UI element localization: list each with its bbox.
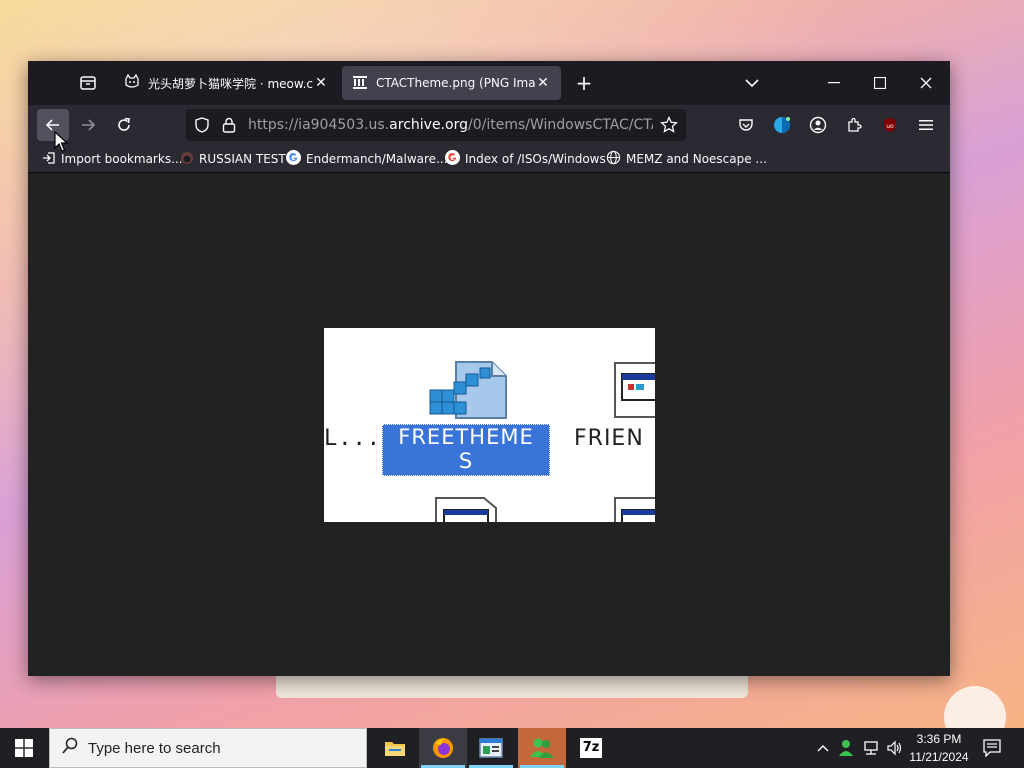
chevron-down-icon[interactable] bbox=[740, 71, 764, 95]
url-text[interactable]: https://ia904503.us.archive.org/0/items/… bbox=[248, 109, 653, 141]
svg-text:uo: uo bbox=[886, 123, 894, 130]
menu-icon[interactable] bbox=[910, 109, 942, 141]
mouse-cursor-icon bbox=[54, 131, 68, 152]
tab-bar: 光头胡萝卜猫咪学院 · meow.ca ✕ CTACTheme.png (PNG… bbox=[28, 61, 950, 105]
shield-icon[interactable] bbox=[194, 117, 210, 137]
window-file-icon bbox=[435, 497, 497, 522]
ublock-origin-icon[interactable]: uo bbox=[874, 109, 906, 141]
people-app-icon[interactable] bbox=[518, 728, 566, 768]
minimize-icon[interactable] bbox=[814, 71, 854, 95]
network-icon[interactable] bbox=[862, 738, 880, 758]
firefox-view-icon[interactable] bbox=[76, 71, 100, 95]
tab-close-icon[interactable]: ✕ bbox=[313, 75, 329, 91]
cat-favicon-icon bbox=[124, 73, 140, 93]
forward-button[interactable] bbox=[72, 109, 104, 141]
page-content: L.... FREETHEME S FRIEN bbox=[28, 174, 950, 676]
window-file-icon bbox=[614, 497, 655, 522]
tab-meow[interactable]: 光头胡萝卜猫咪学院 · meow.ca ✕ bbox=[114, 66, 339, 100]
tab-title: CTACTheme.png (PNG Image, bbox=[376, 76, 535, 90]
bookmark-memz[interactable]: MEMZ and Noescape ... bbox=[606, 149, 767, 169]
user-tray-icon[interactable] bbox=[838, 738, 856, 758]
archive-favicon-icon bbox=[352, 74, 368, 93]
bookmark-endermanch[interactable]: Endermanch/Malware... bbox=[286, 149, 448, 169]
taskbar-search-box[interactable]: Type here to search bbox=[49, 728, 367, 768]
start-button[interactable] bbox=[0, 728, 48, 768]
notification-center-icon[interactable] bbox=[982, 738, 1002, 758]
file-explorer-icon[interactable] bbox=[371, 728, 419, 768]
firefox-taskbar-icon[interactable] bbox=[419, 728, 467, 768]
reload-button[interactable] bbox=[108, 109, 140, 141]
new-tab-icon[interactable]: + bbox=[572, 71, 596, 95]
globe-icon bbox=[606, 150, 621, 168]
tab-title: 光头胡萝卜猫咪学院 · meow.ca bbox=[148, 76, 313, 91]
icon-label-selected: FREETHEME S bbox=[382, 424, 550, 476]
window-file-icon bbox=[614, 362, 655, 418]
lock-icon[interactable] bbox=[222, 117, 236, 137]
vpn-extension-icon[interactable] bbox=[766, 109, 798, 141]
chevron-up-icon[interactable] bbox=[815, 738, 831, 758]
bookmarks-toolbar: Import bookmarks... RUSSIAN TEST Enderma… bbox=[28, 145, 950, 173]
ctactheme-image: L.... FREETHEME S FRIEN bbox=[324, 328, 655, 522]
pocket-icon[interactable] bbox=[730, 109, 762, 141]
google-icon bbox=[286, 150, 301, 168]
close-window-icon[interactable] bbox=[906, 71, 946, 95]
maximize-icon[interactable] bbox=[860, 71, 900, 95]
site-icon bbox=[180, 151, 194, 168]
navigation-toolbar: https://ia904503.us.archive.org/0/items/… bbox=[28, 105, 950, 145]
extensions-icon[interactable] bbox=[838, 109, 870, 141]
registry-file-icon bbox=[429, 361, 507, 419]
firefox-window: 光头胡萝卜猫咪学院 · meow.ca ✕ CTACTheme.png (PNG… bbox=[28, 61, 950, 676]
tab-close-icon[interactable]: ✕ bbox=[535, 75, 551, 91]
account-icon[interactable] bbox=[802, 109, 834, 141]
google-icon bbox=[445, 150, 460, 168]
tab-ctactheme[interactable]: CTACTheme.png (PNG Image, ✕ bbox=[342, 66, 561, 100]
search-icon bbox=[62, 737, 78, 759]
url-bar[interactable]: https://ia904503.us.archive.org/0/items/… bbox=[186, 109, 686, 141]
import-icon bbox=[42, 151, 56, 168]
bookmark-star-icon[interactable] bbox=[660, 115, 678, 138]
taskbar: Type here to search 7z 3:36 PM 11/21/202… bbox=[0, 728, 1024, 768]
notepad-window-icon[interactable] bbox=[467, 728, 515, 768]
7zip-icon[interactable]: 7z bbox=[567, 728, 615, 768]
bookmark-index-isos[interactable]: Index of /ISOs/Windows bbox=[445, 149, 606, 169]
search-placeholder: Type here to search bbox=[88, 739, 221, 757]
windows-logo-icon bbox=[15, 739, 33, 757]
bookmark-russian-test[interactable]: RUSSIAN TEST bbox=[180, 149, 286, 169]
icon-label-right: FRIEN bbox=[574, 426, 644, 451]
volume-icon[interactable] bbox=[886, 738, 904, 758]
system-clock[interactable]: 3:36 PM 11/21/2024 bbox=[906, 730, 972, 766]
